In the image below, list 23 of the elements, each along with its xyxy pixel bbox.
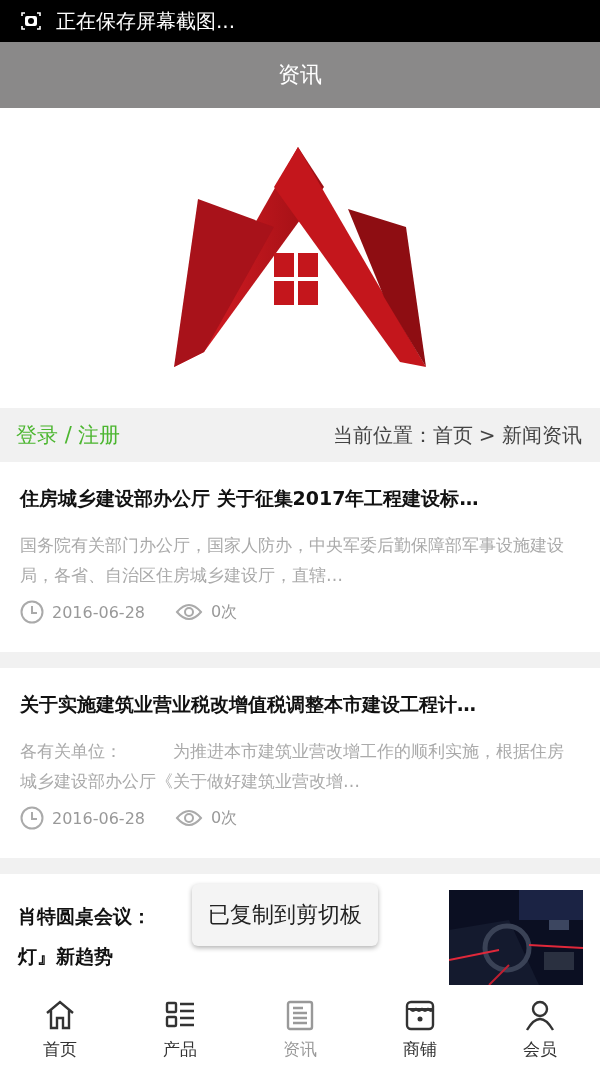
- nav-tab[interactable]: 会员: [480, 988, 600, 1067]
- view-count: 0次: [211, 807, 238, 829]
- breadcrumb-text: 当前位置：首页 > 新闻资讯: [332, 421, 582, 449]
- article-title[interactable]: 住房城乡建设部办公厅 关于征集2017年工程建设标…: [20, 486, 580, 512]
- article-title[interactable]: 肖特圆桌会议：: [18, 902, 151, 930]
- toast-message: 已复制到剪切板: [192, 884, 378, 946]
- clock-icon: [20, 600, 44, 624]
- nav-tab[interactable]: 商铺: [360, 988, 480, 1067]
- eye-icon: [175, 808, 203, 828]
- nav-tab[interactable]: 首页: [0, 988, 120, 1067]
- screenshot-icon: [20, 11, 42, 31]
- article-date: 2016-06-28: [52, 602, 145, 622]
- article-title[interactable]: 关于实施建筑业营业税改增值税调整本市建设工程计…: [20, 692, 580, 718]
- clock-icon: [20, 806, 44, 830]
- article-summary: 国务院有关部门办公厅，国家人防办，中央军委后勤保障部军事设施建设局，各省、自治区住房城乡建设厅，直辖…: [20, 534, 565, 587]
- article-title[interactable]: 灯』新趋势: [18, 942, 151, 970]
- nav-tab[interactable]: 产品: [120, 988, 240, 1067]
- page-title: 资讯: [278, 61, 322, 89]
- article-date: 2016-06-28: [52, 808, 145, 828]
- eye-icon: [175, 602, 203, 622]
- notification-text: 正在保存屏幕截图...: [56, 7, 236, 35]
- article-summary: 各有关单位： 为推进本市建筑业营改增工作的顺利实施，根据住房城乡建设部办公厅《关于做好建筑业营改增…: [20, 740, 565, 793]
- view-count: 0次: [211, 601, 238, 623]
